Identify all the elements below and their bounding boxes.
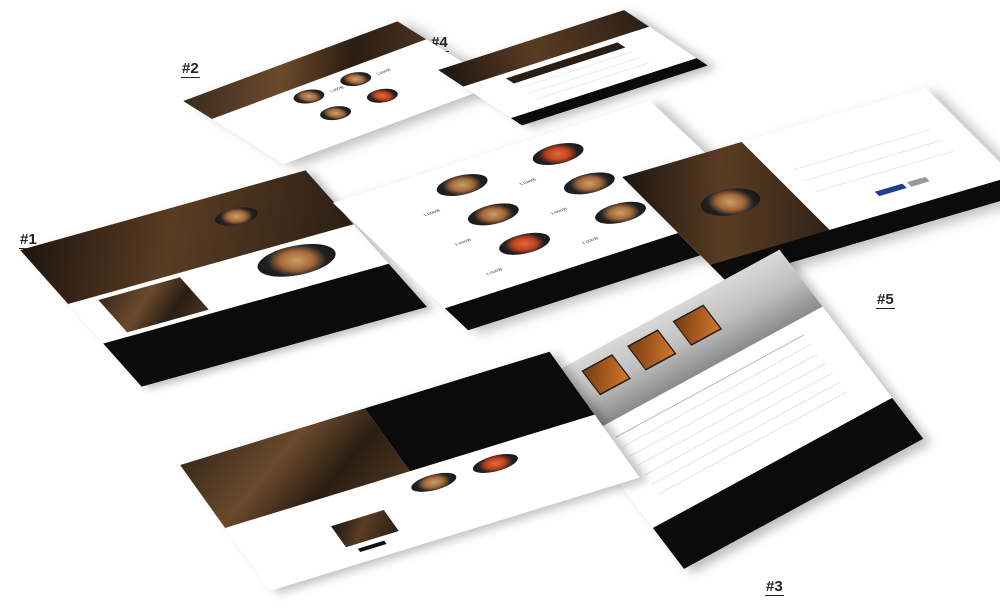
- mockup-label-2: #2: [181, 60, 200, 78]
- cancel-button[interactable]: [906, 176, 930, 187]
- mockup-board-2: 1,000원 1,000원: [183, 21, 499, 164]
- more-button[interactable]: [357, 540, 387, 553]
- dark-section: [364, 351, 595, 472]
- submit-button[interactable]: [874, 183, 907, 197]
- dish-image: [287, 86, 331, 107]
- dish-image: [461, 198, 526, 230]
- menu-price: 1,000원: [580, 236, 601, 246]
- menu-price: 1,000원: [549, 207, 570, 216]
- menu-price: 1,000원: [422, 208, 442, 218]
- dish-image: [588, 197, 653, 229]
- menu-price: 1,000원: [453, 238, 474, 247]
- dish-image: [525, 138, 591, 170]
- dish-image: [407, 468, 461, 496]
- dish-image: [361, 85, 404, 106]
- dish-image: [314, 103, 357, 124]
- mockup-board-3: [540, 249, 924, 570]
- mockup-label-5: #5: [876, 291, 895, 309]
- mockup-board-4: [438, 10, 708, 126]
- dish-image: [468, 450, 523, 477]
- dish-image: [429, 169, 495, 201]
- menu-price: 1,000원: [328, 85, 346, 94]
- dish-image: [492, 228, 557, 260]
- menu-price: 1,000원: [518, 177, 538, 187]
- kitchen-photo: [180, 408, 410, 528]
- dish-image: [557, 167, 622, 199]
- mockup-label-3: #3: [765, 578, 784, 596]
- menu-price: 1,000원: [484, 267, 505, 277]
- promo-photo: [331, 510, 399, 548]
- menu-price: 1,000원: [375, 68, 393, 77]
- mockup-board-bottom: [180, 351, 640, 591]
